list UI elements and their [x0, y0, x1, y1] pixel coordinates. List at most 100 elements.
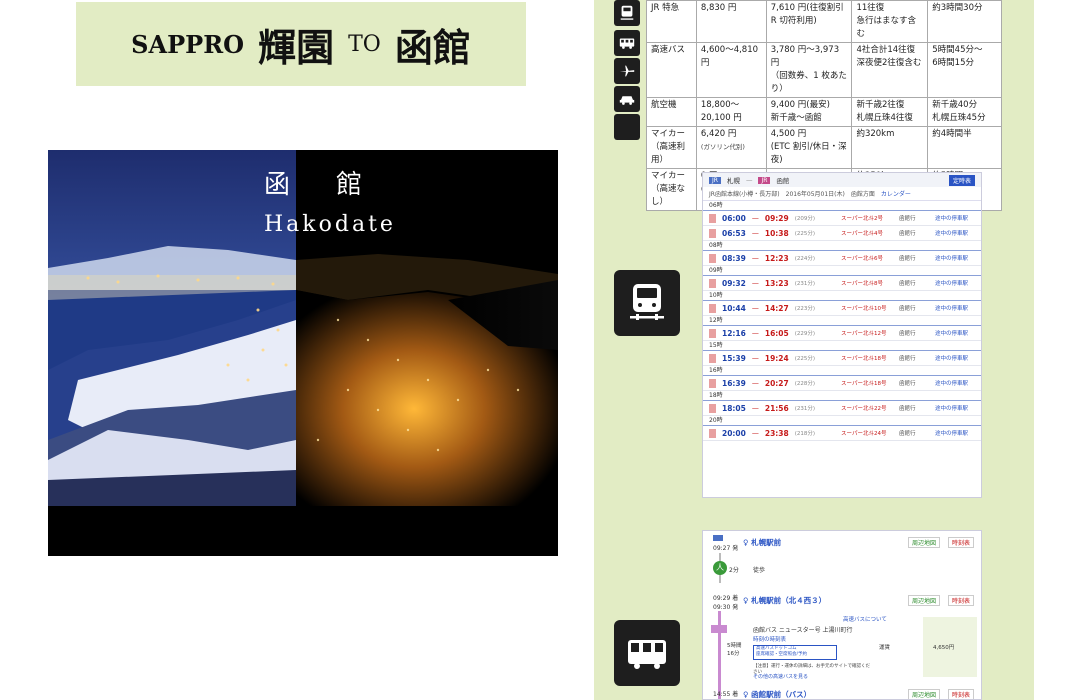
map-button-2[interactable]: 周辺地図 [908, 595, 941, 606]
reserve-button[interactable]: 高速バスドットコム 座席確認・空席照会/予約 [753, 645, 837, 660]
discount-cell: 3,780 円～3,973 円 （回数券、1 枚あたり） [765, 42, 853, 98]
timetable-row[interactable]: 20:00 — 23:38 (218分) スーパー北斗24号 函館行 途中の停車駅 [703, 426, 981, 441]
timetable-row[interactable]: 18:05 — 21:56 (231分) スーパー北斗22号 函館行 途中の停車駅 [703, 401, 981, 416]
duration-cell-main: 約4時間半 [932, 129, 972, 139]
frequency-cell-main: 4社合計14往復 [856, 45, 916, 55]
departure-time: 06:53 [722, 228, 746, 238]
destination: 函館行 [899, 231, 916, 237]
stops-link[interactable]: 途中の停車駅 [935, 304, 968, 312]
hour-header: 18時 [703, 391, 981, 401]
duration: (228分) [794, 381, 816, 387]
duration-cell-sub: 6時間15分 [932, 58, 974, 68]
route-arrow: — [751, 304, 759, 312]
direction: 函館方面 [850, 191, 875, 198]
bus-about-link[interactable]: 高速バスについて [843, 615, 887, 623]
start-stop[interactable]: ♀ 札幌駅前 [743, 537, 781, 548]
line-name: JR函館本線(小樽・長万部) [709, 191, 780, 198]
train-type-icon [709, 378, 716, 388]
timetable-row[interactable]: 12:16 — 16:05 (229分) スーパー北斗12号 函館行 途中の停車駅 [703, 326, 981, 341]
fare-cell-main: 6,420 円 [700, 129, 737, 139]
map-button[interactable]: 周辺地図 [908, 537, 941, 548]
destination: 函館行 [899, 381, 916, 387]
departure-time: 12:16 [722, 328, 746, 338]
stops-link[interactable]: 途中の停車駅 [935, 404, 968, 412]
fare-row: JR 特急 8,830 円 7,610 円(往復割引 R 切符利用) 11往復 急行はまな… [646, 0, 1002, 43]
mode-cell-main: マイカー [651, 171, 686, 181]
stops-link[interactable]: 途中の停車駅 [935, 254, 968, 262]
fare-cell: 8,830 円 [695, 0, 767, 43]
train-name: スーパー北斗8号 [841, 281, 883, 287]
train-type-icon [709, 213, 716, 223]
bus-route-detail: 09:27 発 ♀ 札幌駅前 周辺地図 時刻表 人 2分 徒歩 09:29 着 … [702, 530, 982, 700]
frequency-cell-main: 新千歳2往復 [856, 100, 905, 110]
fare-value: 4,650円 [933, 645, 955, 651]
hour-header: 12時 [703, 316, 981, 326]
timetable-row[interactable]: 16:39 — 20:27 (228分) スーパー北斗18号 函館行 途中の停車駅 [703, 376, 981, 391]
train-name: スーパー北斗6号 [841, 256, 883, 262]
stop2[interactable]: ♀ 札幌駅前（北４西３） [743, 595, 826, 606]
hakodate-night-photo: 函館 Hakodate [48, 150, 558, 556]
route-arrow: — [751, 229, 759, 237]
stops-link[interactable]: 途中の停車駅 [935, 379, 968, 387]
title-from-jp: 輝園 [258, 24, 335, 70]
route-arrow: — [751, 404, 759, 412]
stops-link[interactable]: 途中の停車駅 [935, 229, 968, 237]
route-arrow: — [751, 429, 759, 437]
destination: 函館行 [899, 256, 916, 262]
stops-link[interactable]: 途中の停車駅 [935, 329, 968, 337]
discount-cell-sub: （回数券、1 枚あたり） [770, 71, 847, 94]
pin-icon: ♀ [743, 690, 749, 699]
fare-row: 航空機 18,800〜20,100 円 9,400 円(最安) 新千歳〜函館 新千歳2往… [646, 97, 1002, 127]
calendar-link[interactable]: カレンダー [881, 189, 911, 198]
destination: 函館行 [899, 406, 916, 412]
arrival-time: 16:05 [764, 328, 789, 338]
discount-cell-main: 9,400 円(最安) [770, 100, 830, 110]
timetable-row[interactable]: 06:53 — 10:38 (225分) スーパー北斗4号 函館行 途中の停車駅 [703, 226, 981, 241]
train-type-icon [709, 228, 716, 238]
timetable-header: JR 札幌 — JR 函館 定時表 [703, 173, 981, 187]
discount-cell-main: 4,500 円 [770, 129, 807, 139]
train-name: スーパー北斗4号 [841, 231, 883, 237]
duration: (225分) [794, 231, 816, 237]
end-stop[interactable]: ♀ 函館駅前（バス） [743, 689, 811, 699]
route-arrow: — [751, 329, 759, 337]
timetable-row[interactable]: 08:39 — 12:23 (224分) スーパー北斗6号 函館行 途中の停車駅 [703, 251, 981, 266]
mode-cell: 航空機 [646, 97, 697, 127]
timetable-button[interactable]: 定時表 [948, 174, 975, 186]
discount-cell-main: 7,610 円(往復割引 [770, 3, 844, 13]
timetable-row[interactable]: 10:44 — 14:27 (223分) スーパー北斗10号 函館行 途中の停車駅 [703, 301, 981, 316]
fare-cell: 18,800〜20,100 円 [695, 97, 767, 127]
time-button-2[interactable]: 時刻表 [948, 595, 975, 606]
map-button-3[interactable]: 周辺地図 [908, 689, 941, 699]
train-name: スーパー北斗22号 [841, 406, 887, 412]
stops-link[interactable]: 途中の停車駅 [935, 214, 968, 222]
route-arrow: — [751, 379, 759, 387]
route-arrow: — [751, 354, 759, 362]
arrival-time: 12:23 [764, 253, 789, 263]
other-bus-link[interactable]: その他の高速バスを見る [753, 673, 808, 680]
timetable-row[interactable]: 15:39 — 19:24 (225分) スーパー北斗18号 函館行 途中の停車駅 [703, 351, 981, 366]
train-name: スーパー北斗12号 [841, 331, 887, 337]
route-arrow: — [745, 176, 753, 184]
night-view-illustration [48, 150, 558, 556]
car-icon [614, 86, 640, 112]
frequency-cell: 11往復 急行はまなす含む [851, 0, 929, 43]
timetable-row[interactable]: 09:32 — 13:23 (231分) スーパー北斗8号 函館行 途中の停車駅 [703, 276, 981, 291]
destination: 函館行 [899, 306, 916, 312]
fare-box: 運賃 4,650円 [879, 617, 977, 677]
hour-header: 20時 [703, 416, 981, 426]
departure-time: 20:00 [722, 428, 746, 438]
stops-link[interactable]: 途中の停車駅 [935, 279, 968, 287]
time-button-3[interactable]: 時刻表 [948, 689, 975, 699]
stops-link[interactable]: 途中の停車駅 [935, 354, 968, 362]
discount-cell-main: 3,780 円～3,973 円 [770, 45, 840, 68]
time-button[interactable]: 時刻表 [948, 537, 975, 548]
bus-timetable-link[interactable]: 時刻の時刻表 [753, 635, 786, 643]
to-tag: JR [758, 176, 771, 184]
title-banner: SAPPRO 輝園 TO 函館 [76, 2, 526, 86]
duration: (225分) [794, 356, 816, 362]
stops-link[interactable]: 途中の停車駅 [935, 429, 968, 437]
duration-cell: 約3時間30分 [927, 0, 1002, 43]
timetable-row[interactable]: 06:00 — 09:29 (209分) スーパー北斗2号 函館行 途中の停車駅 [703, 211, 981, 226]
frequency-cell: 約320km [851, 126, 929, 169]
